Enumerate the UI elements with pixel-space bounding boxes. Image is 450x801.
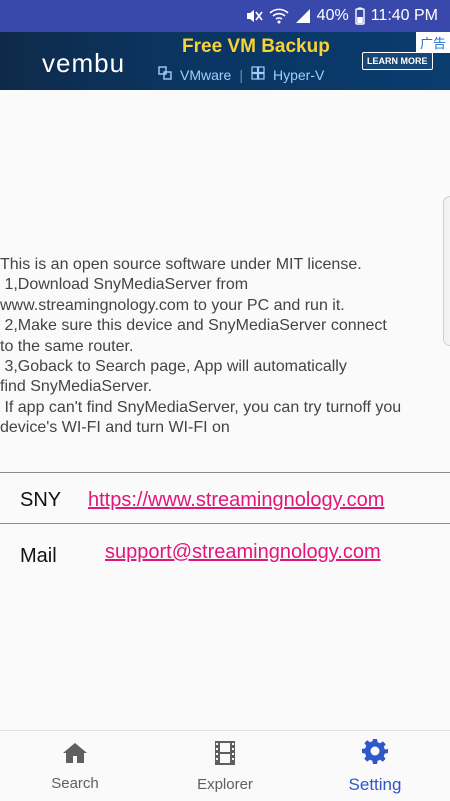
- nav-explorer-label: Explorer: [197, 775, 253, 793]
- info-line: www.streamingnology.com to your PC and r…: [0, 296, 345, 314]
- info-line: 1,Download SnyMediaServer from: [0, 276, 249, 294]
- ad-banner[interactable]: vembu Free VM Backup VMware | Hyper-V LE…: [0, 32, 450, 90]
- status-bar: 40% 11:40 PM: [0, 0, 450, 32]
- nav-explorer[interactable]: Explorer: [150, 731, 300, 801]
- mute-icon: [245, 8, 263, 24]
- info-line: 2,Make sure this device and SnyMediaServ…: [0, 317, 387, 335]
- wifi-icon: [269, 8, 289, 24]
- gear-icon: [362, 738, 388, 769]
- ad-separator: |: [239, 66, 243, 83]
- nav-search[interactable]: Search: [0, 731, 150, 801]
- signal-icon: [295, 8, 311, 24]
- info-text: This is an open source software under MI…: [0, 255, 448, 439]
- nav-setting-label: Setting: [348, 774, 402, 794]
- ad-option-vmware: VMware: [180, 66, 232, 83]
- learn-more-button[interactable]: LEARN MORE: [362, 52, 433, 70]
- sny-label: SNY: [20, 489, 62, 511]
- info-line: 3,Goback to Search page, App will automa…: [0, 358, 347, 376]
- ad-option-hyperv: Hyper-V: [273, 66, 325, 83]
- ad-tag[interactable]: 广告: [415, 32, 450, 53]
- support-email-link[interactable]: support@streamingnology.com: [105, 541, 381, 564]
- windows-icon: [251, 66, 265, 83]
- home-icon: [62, 741, 88, 769]
- battery-percent: 40%: [316, 7, 349, 24]
- divider: [0, 472, 450, 473]
- ad-headline: Free VM Backup: [182, 36, 330, 57]
- clock: 11:40 PM: [370, 7, 438, 24]
- film-icon: [214, 740, 236, 770]
- vmware-icon: [158, 66, 172, 83]
- info-line: If app can't find SnyMediaServer, you ca…: [0, 398, 402, 416]
- info-line: device's WI-FI and turn WI-FI on: [0, 419, 230, 437]
- info-line: to the same router.: [0, 337, 134, 355]
- nav-search-label: Search: [51, 774, 99, 792]
- nav-setting[interactable]: Setting: [300, 731, 450, 801]
- battery-icon: [355, 7, 365, 25]
- ad-brand: vembu: [42, 48, 126, 78]
- sny-website-link[interactable]: https://www.streamingnology.com: [88, 489, 384, 512]
- divider: [0, 523, 450, 524]
- bottom-navigation: Search Explorer Setting: [0, 730, 450, 801]
- scroll-handle[interactable]: [443, 196, 450, 346]
- info-line: find SnyMediaServer.: [0, 378, 153, 396]
- mail-label: Mail: [20, 545, 57, 567]
- info-line: This is an open source software under MI…: [0, 256, 362, 273]
- ad-subline: VMware | Hyper-V: [158, 66, 324, 83]
